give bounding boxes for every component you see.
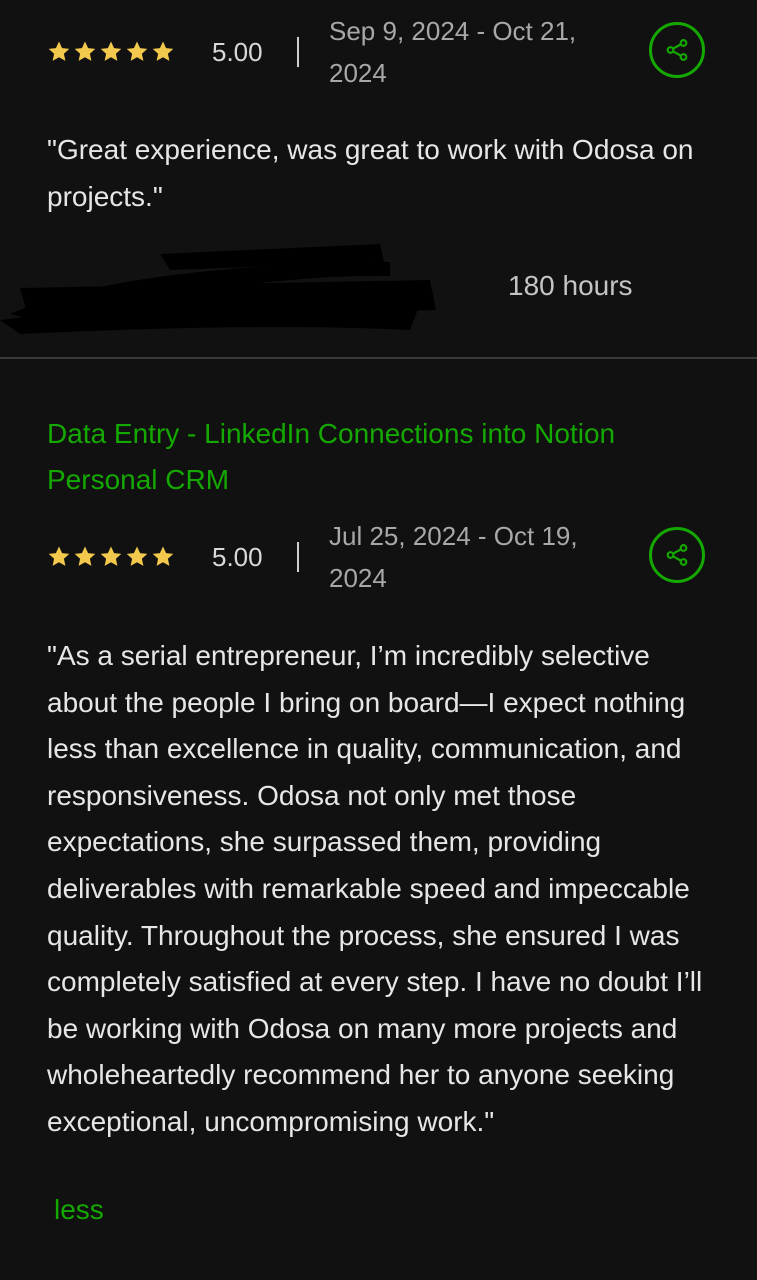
hours-worked: 180 hours bbox=[508, 270, 633, 301]
share-button[interactable] bbox=[649, 527, 705, 583]
star-icon bbox=[100, 41, 122, 61]
contract-dates: Jul 25, 2024 - Oct 19, 2024 bbox=[329, 521, 578, 593]
review-quote: "As a serial entrepreneur, I’m incredibl… bbox=[47, 640, 703, 1137]
star-rating bbox=[47, 40, 175, 64]
job-title[interactable]: Data Entry - LinkedIn Connections into N… bbox=[47, 411, 717, 503]
section-divider bbox=[0, 357, 757, 359]
share-button[interactable] bbox=[649, 22, 705, 78]
review-card: 5.00 Sep 9, 2024 - Oct 21, 2024 "Great e… bbox=[0, 0, 757, 358]
star-rating bbox=[47, 545, 175, 569]
meta-separator bbox=[297, 542, 299, 572]
less-link[interactable]: less bbox=[54, 1194, 104, 1226]
rating-score: 5.00 bbox=[212, 542, 263, 572]
star-icon bbox=[74, 546, 96, 566]
star-icon bbox=[152, 41, 174, 61]
review-quote: "Great experience, was great to work wit… bbox=[47, 134, 694, 212]
star-icon bbox=[48, 546, 70, 566]
star-icon bbox=[74, 41, 96, 61]
rating-score: 5.00 bbox=[212, 37, 263, 67]
star-icon bbox=[152, 546, 174, 566]
redacted-client-name bbox=[0, 244, 436, 334]
share-icon bbox=[666, 39, 688, 61]
star-icon bbox=[48, 41, 70, 61]
star-icon bbox=[126, 546, 148, 566]
meta-separator bbox=[297, 37, 299, 67]
star-icon bbox=[100, 546, 122, 566]
review-meta: 5.00 Jul 25, 2024 - Oct 19, 2024 bbox=[47, 515, 710, 615]
review-meta: 5.00 Sep 9, 2024 - Oct 21, 2024 bbox=[47, 8, 710, 108]
share-icon bbox=[666, 544, 688, 566]
contract-dates: Sep 9, 2024 - Oct 21, 2024 bbox=[329, 16, 577, 88]
star-icon bbox=[126, 41, 148, 61]
